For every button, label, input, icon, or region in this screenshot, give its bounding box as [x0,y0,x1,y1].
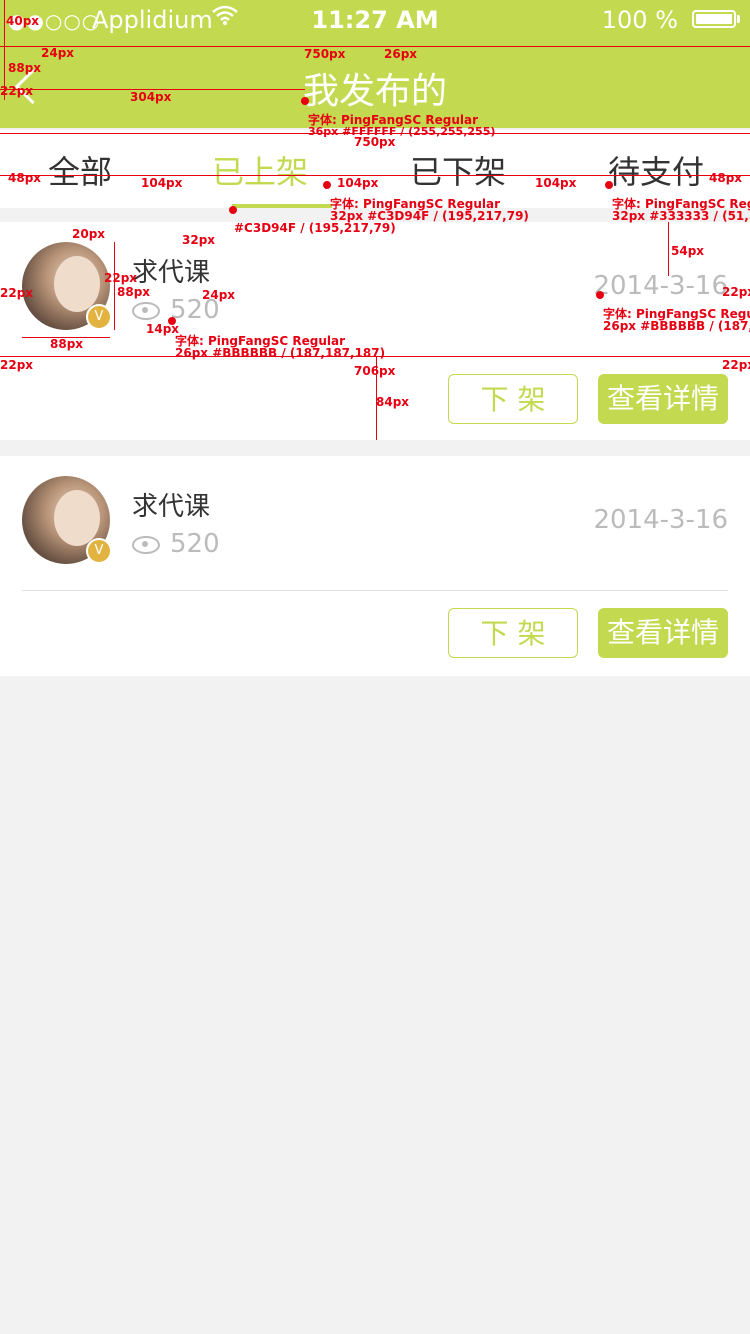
verified-badge: V [86,304,112,330]
dim-label: 40px [6,14,40,28]
dim-label: 22px [722,358,750,372]
tab-all[interactable]: 全部 [48,147,112,193]
take-down-button[interactable]: 下 架 [448,374,578,424]
view-font-spec: 26px #BBBBBB / (187,187,187) [175,346,386,360]
dim-label: 24px [202,288,236,302]
post-title: 求代课 [132,258,211,288]
dim-label: 104px [535,176,577,190]
dim-label: 104px [337,176,379,190]
post-date: 2014-3-16 [593,271,728,301]
dim-label: 54px [671,244,705,258]
battery-percent: 100 % [601,6,678,34]
take-down-button[interactable]: 下 架 [448,608,578,658]
dim-label: 22px [0,286,34,300]
dim-label: 48px [8,171,42,185]
dim-label: 706px [354,364,396,378]
tab-on-shelf[interactable]: 已上架 [212,147,308,193]
eye-pupil [142,541,148,547]
dim-line [114,242,115,330]
view-count: 520 [170,529,220,559]
dim-label: 104px [141,176,183,190]
dim-label: 88px [8,61,42,75]
tab-pending-payment[interactable]: 待支付 [608,147,704,193]
post-date: 2014-3-16 [593,505,728,535]
annotation-dot [323,181,331,189]
dim-line [0,46,750,47]
battery-icon [692,10,736,28]
page-title: 我发布的 [302,71,447,112]
card-divider [22,590,728,591]
post-title: 求代课 [132,492,211,522]
date-font-spec: 26px #BBBBBB / (187,187 [603,319,750,333]
status-bar: ●●○○○ Applidium 11:27 AM 100 % [0,0,750,40]
dim-line [668,222,669,276]
dim-label: 22px [104,271,138,285]
dim-label: 26px [384,47,418,61]
dim-label: 84px [376,395,410,409]
annotation-dot [229,206,237,214]
title-font-spec: 36px #FFFFFF / (255,255,255) [308,125,496,138]
view-details-button[interactable]: 查看详情 [598,374,728,424]
dim-label: 750px [304,47,346,61]
dim-label: 88px [117,285,151,299]
post-card: V 求代课 520 2014-3-16 下 架 查看详情 [0,456,750,676]
dim-label: 32px [182,233,216,247]
verified-badge: V [86,538,112,564]
dim-label: 22px [722,285,750,299]
annotation-dot [168,317,176,325]
tab-font-spec: 32px #333333 / (51,51 [612,209,750,223]
dim-label: 22px [0,84,34,98]
dim-label: 750px [354,135,396,149]
tab-off-shelf[interactable]: 已下架 [410,147,506,193]
annotation-dot [605,181,613,189]
eye-pupil [142,307,148,313]
dim-label: 20px [72,227,106,241]
indicator-color-note: #C3D94F / (195,217,79) [234,221,396,235]
view-details-button[interactable]: 查看详情 [598,608,728,658]
battery-tip [737,15,740,23]
dim-label: 48px [709,171,743,185]
annotation-dot [301,97,309,105]
tab-indicator [232,204,332,208]
dim-label: 88px [50,337,84,351]
dim-label: 24px [41,46,75,60]
dim-label: 22px [0,358,34,372]
dim-label: 304px [130,90,172,104]
annotation-dot [596,291,604,299]
